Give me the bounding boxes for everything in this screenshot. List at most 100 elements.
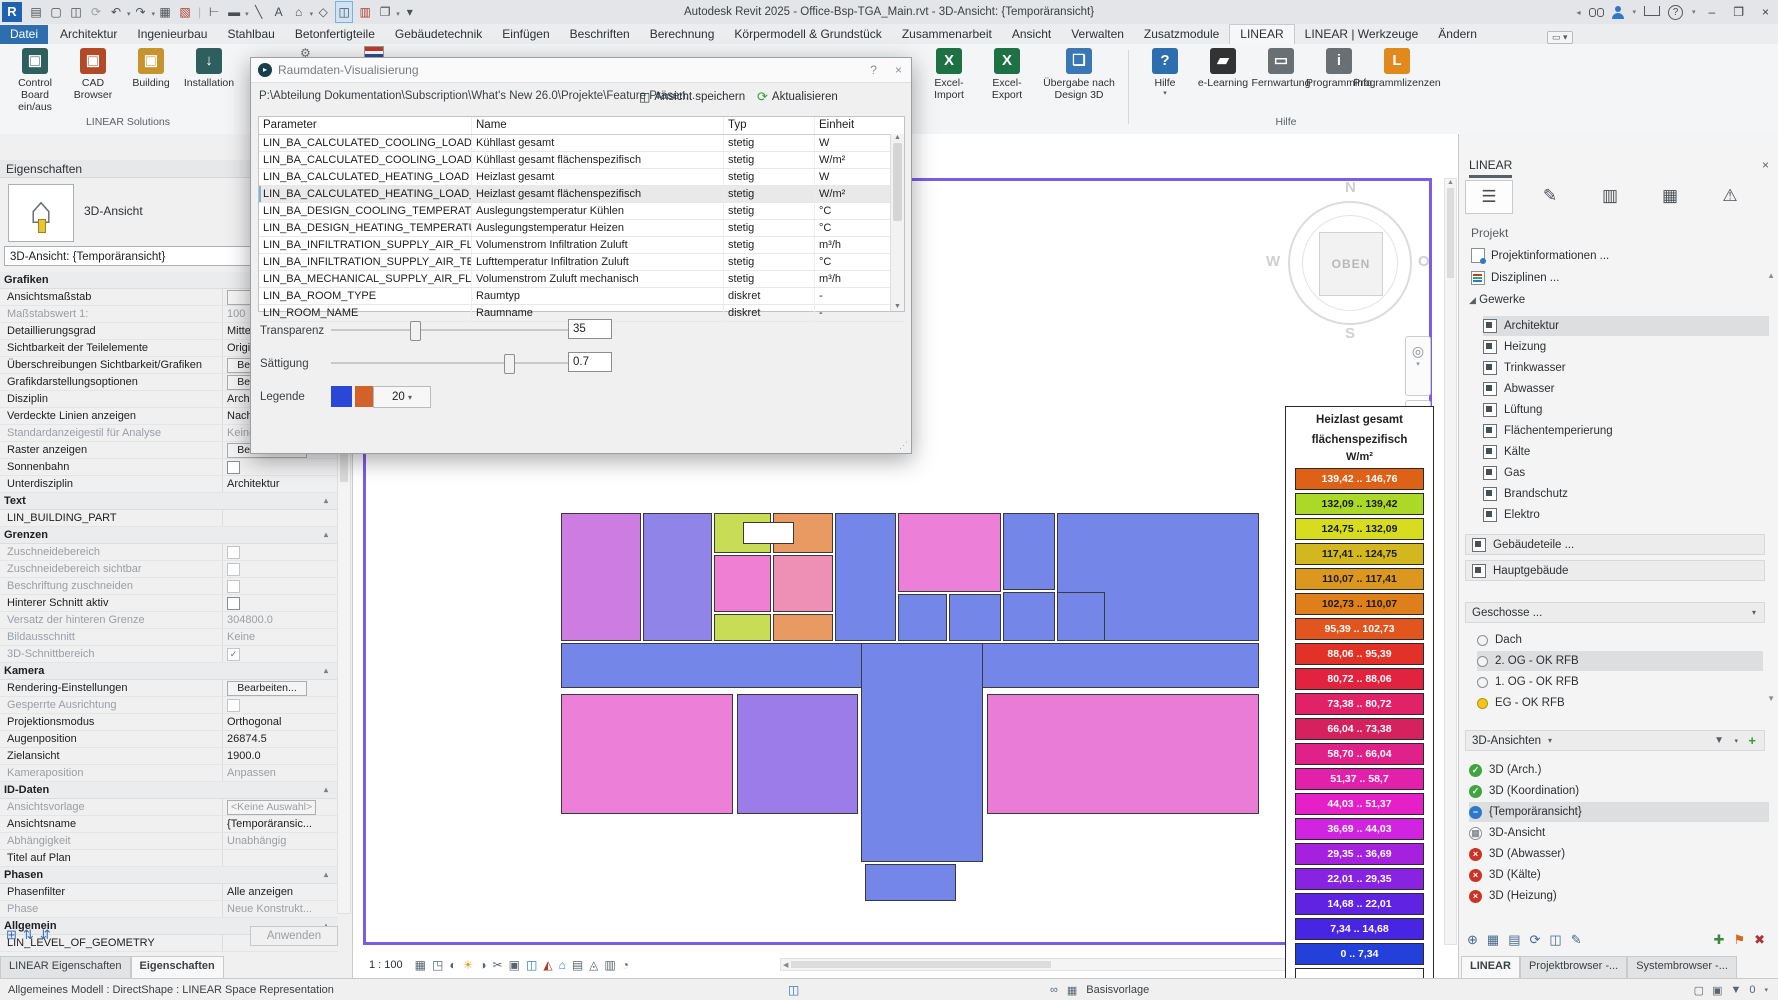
view-cube-top[interactable]: OBEN <box>1319 232 1383 296</box>
table-row[interactable]: LIN_BA_CALCULATED_COOLING_LOADKühllast g… <box>259 135 904 152</box>
property-row[interactable]: Augenposition26874.5 <box>0 731 338 748</box>
scroll-up-icon[interactable]: ▲ <box>1767 271 1775 280</box>
compass-west[interactable]: W <box>1266 253 1280 270</box>
worksharing-icon[interactable]: ◫ <box>788 983 799 997</box>
undo-icon[interactable]: ↶ <box>108 2 124 22</box>
room[interactable] <box>898 513 1001 592</box>
trade-checkbox-icon[interactable] <box>1483 445 1497 459</box>
property-value[interactable]: {Temporäransic... <box>222 816 338 832</box>
apply-button[interactable]: Anwenden <box>250 926 338 946</box>
scale-button[interactable]: 1 : 100 <box>364 957 408 973</box>
property-edit-button[interactable]: <Keine Auswahl> <box>227 800 316 815</box>
property-row[interactable]: Sonnenbahn <box>0 459 338 476</box>
view-item[interactable]: ×3D (Abwasser) <box>1469 844 1769 864</box>
main-building-band[interactable]: Hauptgebäude <box>1465 560 1765 581</box>
sort-descending-icon[interactable]: ⇵ <box>40 927 51 943</box>
checkbox-icon[interactable] <box>227 563 240 576</box>
dialog-help-button[interactable]: ? <box>861 63 886 77</box>
measure-icon[interactable]: ▬ <box>226 2 242 22</box>
collapse-icon[interactable]: ▴ <box>324 493 328 509</box>
property-value[interactable]: Orthogonal <box>222 714 338 730</box>
close-icon[interactable]: × <box>1762 158 1769 172</box>
save-view-button[interactable]: ◫ Ansicht speichern <box>639 87 745 107</box>
building-button[interactable]: ▣Building <box>123 48 179 89</box>
print-icon[interactable]: ▦ <box>157 2 173 22</box>
tab-stahlbau[interactable]: Stahlbau <box>217 25 284 44</box>
collapse-icon[interactable]: ▴ <box>324 782 328 798</box>
close-inactive-icon[interactable]: ▥ <box>357 2 373 22</box>
column-header-parameter[interactable]: Parameter <box>259 117 472 134</box>
collapse-icon[interactable]: ▴ <box>324 663 328 679</box>
bulb-icon[interactable] <box>1477 677 1488 688</box>
slider-handle[interactable] <box>410 321 421 341</box>
property-value[interactable]: Bearbeiten... <box>222 680 338 696</box>
collapse-icon[interactable]: ▴ <box>324 527 328 543</box>
property-row[interactable]: LIN_BUILDING_PART <box>0 510 338 527</box>
excel-import-button[interactable]: XExcel-Import <box>921 48 977 101</box>
view-item[interactable]: ×3D (Kälte) <box>1469 865 1769 885</box>
room[interactable] <box>949 594 1001 641</box>
type-selector-image[interactable]: ⌂ <box>8 184 74 242</box>
user-account-icon[interactable] <box>1612 6 1624 19</box>
property-value[interactable] <box>222 459 338 475</box>
tab-ingenieurbau[interactable]: Ingenieurbau <box>127 25 217 44</box>
room[interactable] <box>773 614 833 641</box>
default-3d-view-icon-caret[interactable]: ▾ <box>310 11 314 18</box>
compass-north[interactable]: N <box>1345 179 1356 196</box>
trades-tree-header[interactable]: ◢ Gewerke <box>1469 294 1525 306</box>
help-icon[interactable]: ? <box>1668 5 1683 20</box>
align-icon[interactable]: ⊢ <box>206 2 222 22</box>
visual-style-icon[interactable]: ◐ <box>449 958 456 972</box>
link-icon[interactable]: ∞ <box>1050 984 1058 996</box>
storey-item[interactable]: 2. OG - OK RFB <box>1477 651 1763 671</box>
crop-view-icon[interactable]: ✂ <box>493 958 503 972</box>
resize-grip[interactable]: ⋰ <box>899 440 908 451</box>
übergabe-nach-design-3d-button[interactable]: ❏Übergabe nach Design 3D <box>1037 48 1121 101</box>
room[interactable] <box>987 694 1259 814</box>
measure-icon-caret[interactable]: ▾ <box>245 11 249 18</box>
design-option-value[interactable]: Basisvorlage <box>1086 984 1149 996</box>
programmlizenzen-button[interactable]: LProgrammlizenzen <box>1369 48 1425 89</box>
detail-level-icon[interactable]: ◳ <box>432 958 443 972</box>
property-value[interactable] <box>222 850 338 866</box>
installation-button[interactable]: ↓Installation <box>181 48 237 89</box>
remove-icon[interactable]: ✖ <box>1754 932 1765 948</box>
slider-handle[interactable] <box>504 354 515 374</box>
room[interactable] <box>835 513 896 641</box>
property-row[interactable]: Ansichtsname{Temporäransic... <box>0 816 338 833</box>
add-view-icon[interactable]: ⊕ <box>1467 932 1478 948</box>
trade-checkbox-icon[interactable] <box>1483 403 1497 417</box>
trade-checkbox-icon[interactable] <box>1483 424 1497 438</box>
tab-ansicht[interactable]: Ansicht <box>1002 25 1061 44</box>
add-person-icon[interactable]: ✚ <box>1714 932 1725 948</box>
tab-ändern[interactable]: Ändern <box>1428 25 1487 44</box>
search-icon[interactable] <box>1589 8 1604 17</box>
property-value[interactable] <box>222 510 338 526</box>
property-row[interactable]: PhasenfilterAlle anzeigen <box>0 884 338 901</box>
reveal-hidden-icon[interactable]: ◭ <box>543 958 552 972</box>
table-row[interactable]: LIN_BA_DESIGN_COOLING_TEMPERATUREAuslegu… <box>259 203 904 220</box>
section-box-icon[interactable]: ◔ <box>622 958 629 972</box>
trade-item-brandschutz[interactable]: Brandschutz <box>1483 484 1769 504</box>
vertical-scrollbar[interactable]: ▲ <box>1444 178 1457 945</box>
property-value[interactable] <box>222 561 338 577</box>
property-row[interactable]: Titel auf Plan <box>0 850 338 867</box>
property-row[interactable]: Versatz der hinteren Grenze304800.0 <box>0 612 338 629</box>
storey-item[interactable]: EG - OK RFB <box>1477 693 1763 713</box>
property-row[interactable]: Ansichtsvorlage<Keine Auswahl> <box>0 799 338 816</box>
trade-item-architektur[interactable]: Architektur <box>1483 316 1769 336</box>
tab-linear-werkzeuge[interactable]: LINEAR | Werkzeuge <box>1295 25 1429 44</box>
property-row[interactable]: UnterdisziplinArchitektur <box>0 476 338 493</box>
bottom-tab-projektbrowser-[interactable]: Projektbrowser -... <box>1520 956 1627 978</box>
room[interactable] <box>737 694 858 814</box>
property-value[interactable]: Keine <box>222 629 338 645</box>
property-row[interactable]: Gesperrte Ausrichtung <box>0 697 338 714</box>
property-value[interactable]: Architektur <box>222 476 338 492</box>
property-row[interactable]: PhaseNeue Konstrukt... <box>0 901 338 918</box>
property-value[interactable] <box>222 544 338 560</box>
design-options-icon[interactable]: ▦ <box>1067 984 1077 997</box>
room[interactable] <box>1003 513 1055 590</box>
filter-caret-icon[interactable]: ▾ <box>1734 737 1738 745</box>
edit-icon[interactable]: ✎ <box>1527 180 1573 212</box>
view-item[interactable]: ✓3D (Koordination) <box>1469 781 1769 801</box>
